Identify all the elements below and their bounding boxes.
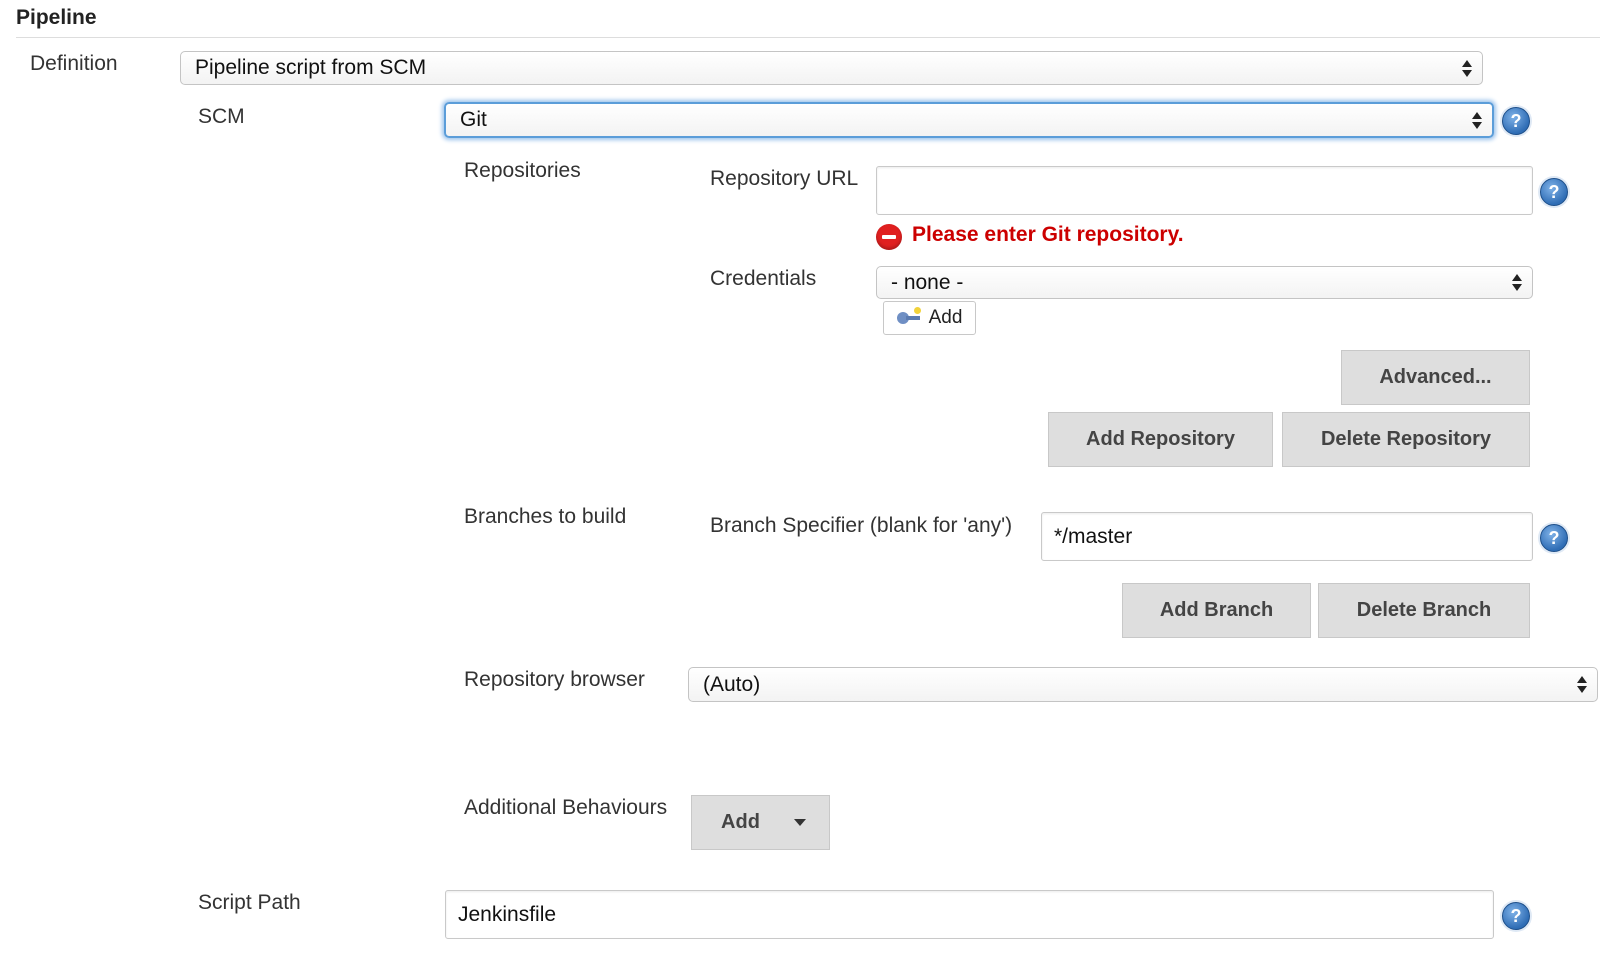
repositories-label: Repositories — [464, 159, 581, 182]
credentials-label: Credentials — [710, 267, 817, 290]
add-repository-button[interactable]: Add Repository — [1048, 412, 1273, 467]
branch-specifier-value: */master — [1054, 524, 1133, 548]
delete-branch-button[interactable]: Delete Branch — [1318, 583, 1530, 638]
branch-specifier-input[interactable]: */master — [1041, 512, 1533, 561]
scm-help-icon[interactable]: ? — [1502, 107, 1530, 135]
select-arrows-icon — [1456, 52, 1478, 84]
select-arrows-icon — [1571, 668, 1593, 701]
credentials-select-value: - none - — [891, 270, 964, 294]
definition-label: Definition — [30, 52, 118, 75]
section-divider — [16, 37, 1600, 38]
scm-select[interactable]: Git — [444, 102, 1494, 138]
script-path-label: Script Path — [198, 891, 301, 914]
advanced-button[interactable]: Advanced... — [1341, 350, 1530, 405]
script-path-value: Jenkinsfile — [458, 902, 557, 926]
select-arrows-icon — [1466, 104, 1488, 136]
select-arrows-icon — [1506, 267, 1528, 298]
branch-specifier-help-icon[interactable]: ? — [1540, 524, 1568, 552]
branch-specifier-label: Branch Specifier (blank for 'any') — [710, 514, 1013, 537]
repository-browser-label: Repository browser — [464, 668, 645, 691]
repository-url-input[interactable] — [876, 166, 1533, 215]
key-icon — [896, 307, 921, 326]
section-title: Pipeline — [16, 6, 97, 29]
additional-behaviours-add-label: Add — [721, 811, 760, 833]
dropdown-caret-icon — [793, 819, 806, 826]
definition-select[interactable]: Pipeline script from SCM — [180, 51, 1483, 85]
scm-label: SCM — [198, 105, 245, 128]
credentials-select[interactable]: - none - — [876, 266, 1533, 299]
credentials-add-label: Add — [928, 307, 963, 328]
additional-behaviours-label: Additional Behaviours — [464, 796, 668, 819]
scm-select-value: Git — [460, 108, 487, 131]
repository-url-error: Please enter Git repository. — [912, 223, 1184, 246]
repository-browser-select[interactable]: (Auto) — [688, 667, 1598, 702]
repository-browser-value: (Auto) — [703, 672, 761, 696]
script-path-input[interactable]: Jenkinsfile — [445, 890, 1494, 939]
repository-url-label: Repository URL — [710, 167, 859, 190]
add-branch-button[interactable]: Add Branch — [1122, 583, 1311, 638]
error-icon — [876, 224, 902, 250]
definition-select-value: Pipeline script from SCM — [195, 56, 427, 79]
additional-behaviours-add-button[interactable]: Add — [691, 795, 830, 850]
credentials-add-button[interactable]: Add — [883, 301, 976, 335]
branches-label: Branches to build — [464, 505, 627, 528]
script-path-help-icon[interactable]: ? — [1502, 902, 1530, 930]
repository-url-help-icon[interactable]: ? — [1540, 178, 1568, 206]
delete-repository-button[interactable]: Delete Repository — [1282, 412, 1530, 467]
